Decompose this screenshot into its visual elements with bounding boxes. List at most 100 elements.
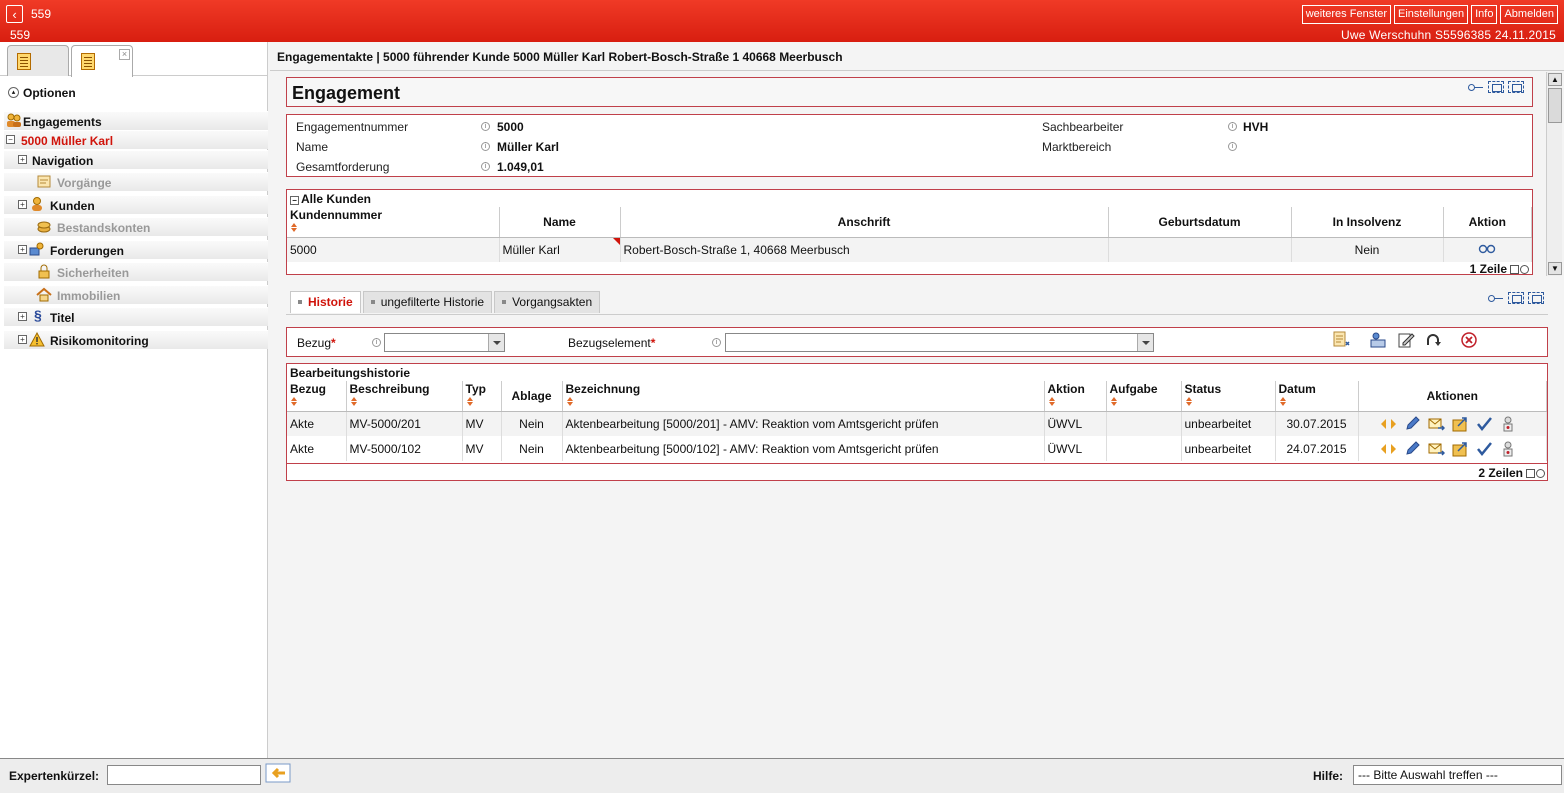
info-icon[interactable]: i <box>481 122 490 131</box>
settings-button[interactable]: Einstellungen <box>1394 5 1469 24</box>
sort-icon[interactable] <box>1110 397 1118 407</box>
new-note-icon[interactable] <box>1332 331 1350 349</box>
column-header[interactable]: Aufgabe <box>1106 381 1182 412</box>
sidebar-item-bestandskonten[interactable]: Bestandskonten <box>4 217 268 236</box>
info-icon[interactable]: i <box>481 162 490 171</box>
maximize-icon[interactable] <box>1508 81 1524 93</box>
chevron-left-icon[interactable]: ‹ <box>6 5 23 23</box>
options-toggle[interactable]: ▴ Optionen <box>0 84 268 102</box>
print-icon[interactable] <box>1536 469 1545 478</box>
sidebar-item-engagements[interactable]: Engagements <box>4 111 268 130</box>
chevron-down-icon[interactable] <box>1137 334 1153 351</box>
new-window-button[interactable]: weiteres Fenster <box>1301 5 1392 24</box>
sidebar-item-navigation[interactable]: + Navigation <box>4 150 268 169</box>
sort-icon[interactable] <box>290 223 298 233</box>
column-header[interactable]: Status <box>1181 381 1276 412</box>
lock-person-icon[interactable] <box>1500 441 1517 457</box>
sidebar-item-immobilien[interactable]: Immobilien <box>4 285 268 304</box>
column-header[interactable]: Beschreibung <box>346 381 463 412</box>
column-header[interactable]: Bezug <box>287 381 347 412</box>
column-header[interactable]: Datum <box>1275 381 1359 412</box>
scrollbar[interactable]: ▲ ▼ <box>1546 72 1562 276</box>
sidebar-item-vorgaenge[interactable]: Vorgänge <box>4 172 268 191</box>
scroll-up-icon[interactable]: ▲ <box>1548 73 1562 86</box>
sidebar-tab-2[interactable]: × <box>71 45 133 77</box>
move-arrows-icon[interactable] <box>1380 416 1397 432</box>
key-icon[interactable] <box>1488 292 1504 304</box>
redo-icon[interactable] <box>1425 331 1443 349</box>
maximize-icon[interactable] <box>1528 292 1544 304</box>
sidebar-item-kunden[interactable]: + Kunden <box>4 195 268 214</box>
sort-icon[interactable] <box>350 397 358 407</box>
expand-icon[interactable]: + <box>18 200 27 209</box>
info-icon[interactable]: i <box>712 338 721 347</box>
info-icon[interactable]: i <box>372 338 381 347</box>
print-icon[interactable] <box>1520 265 1529 274</box>
tab-historie[interactable]: Historie <box>290 291 361 313</box>
checkmark-icon[interactable] <box>1476 416 1493 432</box>
sort-icon[interactable] <box>1048 397 1056 407</box>
customers-section-header[interactable]: − Alle Kunden <box>290 192 371 206</box>
column-header[interactable]: Ablage <box>501 381 563 412</box>
chevron-down-icon[interactable] <box>488 334 504 351</box>
logout-button[interactable]: Abmelden <box>1500 5 1558 24</box>
sort-icon[interactable] <box>290 397 298 407</box>
column-header[interactable]: Kundennummer <box>287 207 500 238</box>
sidebar-item-forderungen[interactable]: + Forderungen <box>4 240 268 259</box>
column-header[interactable]: Anschrift <box>620 207 1109 238</box>
sort-icon[interactable] <box>566 397 574 407</box>
info-button[interactable]: Info <box>1471 5 1498 24</box>
export-icon[interactable] <box>1452 441 1469 457</box>
table-row[interactable]: Akte MV-5000/102 MV Nein Aktenbearbeitun… <box>287 436 1547 461</box>
expand-icon[interactable]: + <box>18 335 27 344</box>
pencil-icon[interactable] <box>1404 440 1421 457</box>
scroll-thumb[interactable] <box>1548 88 1562 123</box>
assign-user-icon[interactable] <box>1369 331 1387 349</box>
expand-icon[interactable] <box>1508 292 1524 304</box>
key-icon[interactable] <box>1468 81 1484 93</box>
sidebar-item-customer[interactable]: − 5000 Müller Karl <box>4 130 268 149</box>
info-icon[interactable]: i <box>481 142 490 151</box>
expert-input[interactable] <box>107 765 261 785</box>
lock-person-icon[interactable] <box>1500 416 1517 432</box>
mail-forward-icon[interactable] <box>1428 441 1445 457</box>
move-arrows-icon[interactable] <box>1380 441 1397 457</box>
column-header[interactable]: Geburtsdatum <box>1108 207 1292 238</box>
bezug-select[interactable] <box>384 333 505 352</box>
save-icon[interactable] <box>1510 265 1519 274</box>
export-icon[interactable] <box>1452 416 1469 432</box>
column-header[interactable]: Bezeichnung <box>562 381 1045 412</box>
save-icon[interactable] <box>1526 469 1535 478</box>
sidebar-tab-1[interactable] <box>7 45 69 76</box>
info-icon[interactable]: i <box>1228 142 1237 151</box>
mail-forward-icon[interactable] <box>1428 416 1445 432</box>
table-row[interactable]: Akte MV-5000/201 MV Nein Aktenbearbeitun… <box>287 411 1547 436</box>
expand-icon[interactable]: + <box>18 312 27 321</box>
sort-icon[interactable] <box>466 397 474 407</box>
sort-icon[interactable] <box>1279 397 1287 407</box>
expand-icon[interactable]: + <box>18 155 27 164</box>
tab-ungefilterte-historie[interactable]: ungefilterte Historie <box>362 291 493 313</box>
cancel-icon[interactable] <box>1460 331 1478 349</box>
column-header[interactable]: Name <box>499 207 621 238</box>
column-header[interactable]: Aktionen <box>1358 381 1547 412</box>
sidebar-item-titel[interactable]: + § Titel <box>4 307 268 326</box>
expand-icon[interactable] <box>1488 81 1504 93</box>
info-icon[interactable]: i <box>1228 122 1237 131</box>
column-header[interactable]: Typ <box>462 381 502 412</box>
column-header[interactable]: Aktion <box>1443 207 1532 238</box>
expand-icon[interactable]: + <box>18 245 27 254</box>
sidebar-item-risikomonitoring[interactable]: + Risikomonitoring <box>4 330 268 349</box>
pencil-icon[interactable] <box>1404 416 1421 432</box>
sidebar-item-sicherheiten[interactable]: Sicherheiten <box>4 262 268 281</box>
tab-vorgangsakten[interactable]: Vorgangsakten <box>494 291 601 313</box>
column-header[interactable]: In Insolvenz <box>1291 207 1444 238</box>
close-icon[interactable]: × <box>119 49 130 60</box>
column-header[interactable]: Aktion <box>1044 381 1107 412</box>
checkmark-icon[interactable] <box>1476 441 1493 457</box>
table-row[interactable]: 5000 Müller Karl Robert-Bosch-Straße 1, … <box>287 237 1532 262</box>
sort-icon[interactable] <box>1185 397 1193 407</box>
go-arrow-icon[interactable] <box>265 763 291 783</box>
collapse-icon[interactable]: − <box>290 196 299 205</box>
scroll-down-icon[interactable]: ▼ <box>1548 262 1562 275</box>
